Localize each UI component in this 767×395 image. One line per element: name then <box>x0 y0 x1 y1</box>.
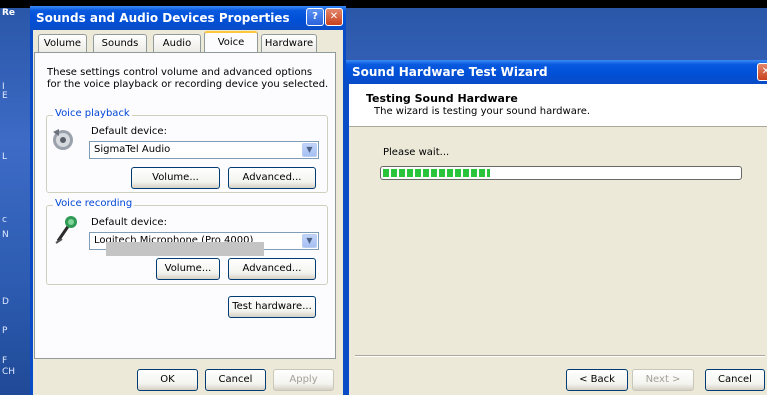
wizard-body <box>346 84 767 395</box>
button-label: Cancel <box>718 374 752 385</box>
test-hardware-button[interactable]: Test hardware... <box>228 296 316 318</box>
tab-audio[interactable]: Audio <box>153 34 201 52</box>
wizard-cancel-button[interactable]: Cancel <box>705 369 765 391</box>
voice-playback-legend: Voice playback <box>53 108 132 119</box>
desktop-text: D <box>2 297 9 307</box>
wizard-footer-divider <box>355 355 765 357</box>
desktop-text: E <box>2 91 8 101</box>
tab-voice[interactable]: Voice <box>204 31 258 53</box>
recording-volume-button[interactable]: Volume... <box>156 258 220 280</box>
playback-device-select[interactable]: SigmaTel Audio ▼ <box>89 141 319 159</box>
playback-device-label: Default device: <box>91 126 167 137</box>
voice-recording-legend: Voice recording <box>53 198 135 209</box>
chevron-down-icon: ▼ <box>302 143 317 157</box>
wizard-title: Sound Hardware Test Wizard <box>352 65 548 79</box>
next-button[interactable]: Next > <box>632 369 694 391</box>
button-label: Volume... <box>164 263 212 274</box>
redaction-overlay <box>106 242 264 256</box>
button-label: Volume... <box>152 172 199 183</box>
chevron-down-icon: ▼ <box>302 234 317 248</box>
button-label: Advanced... <box>242 263 302 274</box>
button-label: Next > <box>645 374 681 385</box>
tab-label: Voice <box>217 37 245 48</box>
wizard-heading: Testing Sound Hardware <box>366 92 518 105</box>
wizard-close-button[interactable]: ✕ <box>757 63 767 81</box>
playback-volume-button[interactable]: Volume... <box>131 167 220 189</box>
apply-button[interactable]: Apply <box>273 369 334 391</box>
recording-device-label: Default device: <box>91 217 167 228</box>
desktop-text: L <box>2 152 8 162</box>
cancel-button[interactable]: Cancel <box>205 369 266 391</box>
tab-hardware[interactable]: Hardware <box>261 34 317 52</box>
microphone-icon <box>55 216 77 244</box>
tab-sounds[interactable]: Sounds <box>93 34 147 52</box>
desktop-text: CH <box>2 367 16 377</box>
speaker-icon <box>53 129 73 150</box>
playback-device-value: SigmaTel Audio <box>94 144 171 155</box>
button-label: Cancel <box>218 374 253 385</box>
tab-label: Sounds <box>101 38 139 49</box>
tab-label: Volume <box>43 38 82 49</box>
tab-volume[interactable]: Volume <box>38 34 87 52</box>
wizard-titlebar[interactable]: Sound Hardware Test Wizard <box>346 60 767 84</box>
recording-advanced-button[interactable]: Advanced... <box>228 258 316 280</box>
tab-label: Hardware <box>264 38 314 49</box>
button-label: Apply <box>289 374 318 385</box>
ok-button[interactable]: OK <box>137 369 198 391</box>
close-icon: ✕ <box>329 11 339 22</box>
desktop-text: c <box>2 215 7 225</box>
close-button[interactable]: ✕ <box>325 8 343 26</box>
desktop-text: P <box>2 326 8 336</box>
close-icon: ✕ <box>761 66 767 77</box>
help-icon: ? <box>312 11 318 22</box>
test-progress-bar <box>380 166 742 180</box>
button-label: Advanced... <box>242 172 302 183</box>
playback-advanced-button[interactable]: Advanced... <box>228 167 316 189</box>
button-label: < Back <box>579 374 615 385</box>
wizard-subheading: The wizard is testing your sound hardwar… <box>374 106 591 117</box>
desktop-text: F <box>2 356 8 366</box>
desktop-text: N <box>2 230 9 240</box>
button-label: Test hardware... <box>232 301 312 312</box>
wizard-status-text: Please wait... <box>383 147 450 158</box>
desktop-partial-title: Re <box>2 8 16 18</box>
progress-fill <box>383 169 490 177</box>
tab-label: Audio <box>162 38 192 49</box>
button-label: OK <box>160 374 175 385</box>
properties-titlebar[interactable]: Sounds and Audio Devices Properties <box>30 6 346 30</box>
properties-title: Sounds and Audio Devices Properties <box>36 11 290 25</box>
voice-description: These settings control volume and advanc… <box>47 67 329 90</box>
help-button[interactable]: ? <box>306 8 324 26</box>
back-button[interactable]: < Back <box>566 369 628 391</box>
